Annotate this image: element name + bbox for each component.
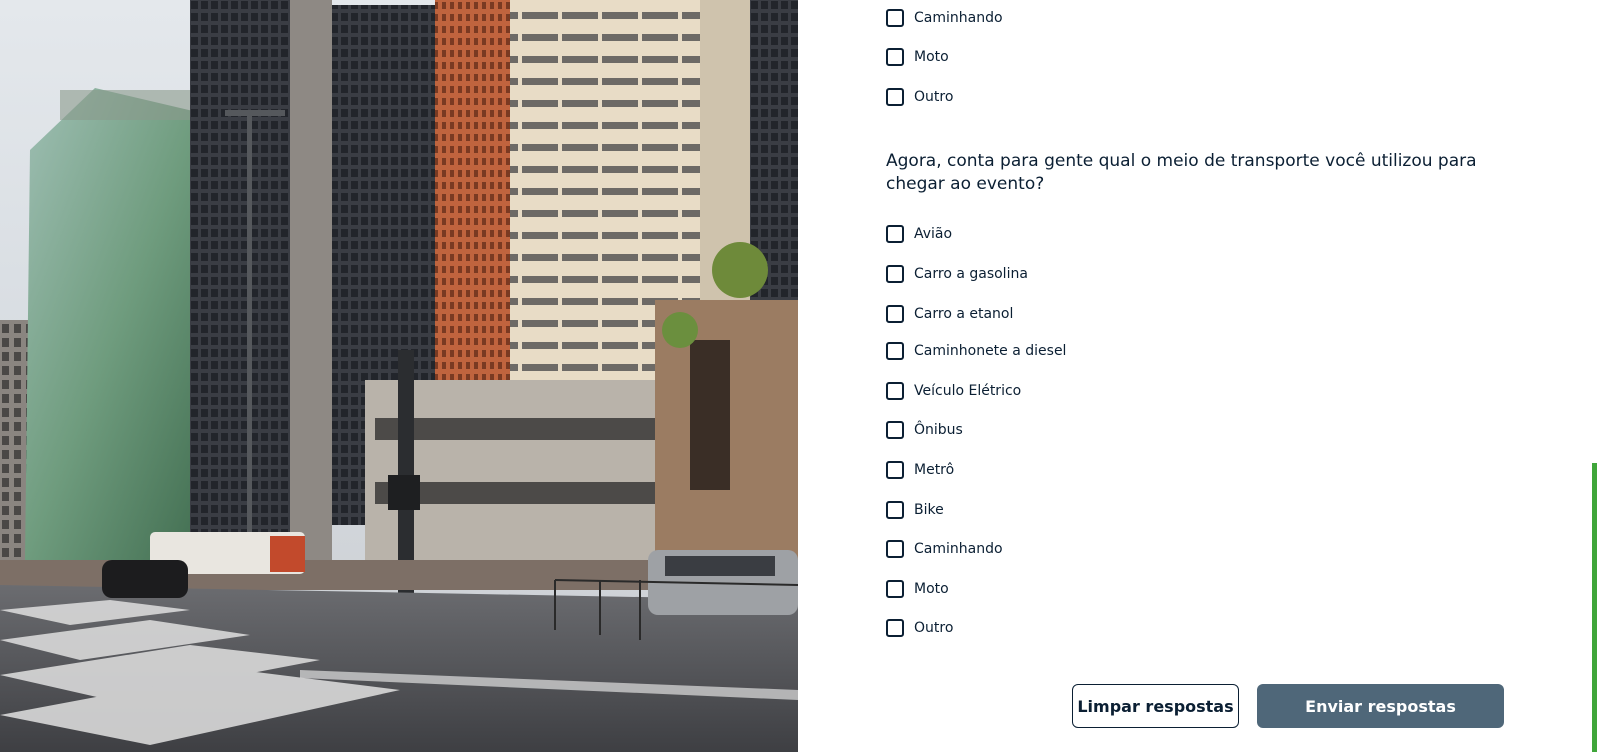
option-label: Bike xyxy=(914,502,944,518)
checkbox[interactable] xyxy=(886,265,904,283)
option-label: Caminhonete a diesel xyxy=(914,343,1067,359)
option-label: Carro a gasolina xyxy=(914,266,1028,282)
checkbox[interactable] xyxy=(886,305,904,323)
checkbox[interactable] xyxy=(886,48,904,66)
scrollbar[interactable] xyxy=(1581,0,1597,752)
checkbox[interactable] xyxy=(886,540,904,558)
checkbox[interactable] xyxy=(886,580,904,598)
scrollbar-thumb[interactable] xyxy=(1592,463,1597,752)
clear-answers-button[interactable]: Limpar respostas xyxy=(1072,684,1239,728)
prev-option-outro[interactable]: Outro xyxy=(886,85,953,109)
option-caminhando[interactable]: Caminhando xyxy=(886,537,1003,561)
option-carro-etanol[interactable]: Carro a etanol xyxy=(886,302,1013,326)
option-label: Avião xyxy=(914,226,953,242)
submit-answers-button[interactable]: Enviar respostas xyxy=(1257,684,1504,728)
option-bike[interactable]: Bike xyxy=(886,498,944,522)
checkbox[interactable] xyxy=(886,88,904,106)
option-moto[interactable]: Moto xyxy=(886,577,949,601)
option-onibus[interactable]: Ônibus xyxy=(886,418,963,442)
checkbox[interactable] xyxy=(886,382,904,400)
option-aviao[interactable]: Avião xyxy=(886,222,952,246)
option-label: Caminhando xyxy=(914,10,1003,26)
option-label: Ônibus xyxy=(914,422,963,438)
checkbox[interactable] xyxy=(886,9,904,27)
city-photo xyxy=(0,0,798,752)
option-label: Moto xyxy=(914,49,949,65)
checkbox[interactable] xyxy=(886,342,904,360)
checkbox[interactable] xyxy=(886,461,904,479)
checkbox[interactable] xyxy=(886,225,904,243)
option-carro-gasolina[interactable]: Carro a gasolina xyxy=(886,262,1028,286)
checkbox[interactable] xyxy=(886,619,904,637)
option-label: Carro a etanol xyxy=(914,306,1014,322)
survey-form: Caminhando Moto Outro Agora, conta para … xyxy=(798,0,1581,752)
option-label: Metrô xyxy=(914,462,955,478)
prev-option-caminhando[interactable]: Caminhando xyxy=(886,6,1003,30)
option-outro[interactable]: Outro xyxy=(886,616,953,640)
option-label: Caminhando xyxy=(914,541,1003,557)
page: Caminhando Moto Outro Agora, conta para … xyxy=(0,0,1597,752)
option-metro[interactable]: Metrô xyxy=(886,458,954,482)
option-caminhonete-diesel[interactable]: Caminhonete a diesel xyxy=(886,339,1066,363)
option-label: Outro xyxy=(914,620,954,636)
prev-option-moto[interactable]: Moto xyxy=(886,45,949,69)
option-label: Moto xyxy=(914,581,949,597)
option-label: Veículo Elétrico xyxy=(914,383,1022,399)
checkbox[interactable] xyxy=(886,421,904,439)
question-transport: Agora, conta para gente qual o meio de t… xyxy=(886,151,1477,194)
option-veiculo-eletrico[interactable]: Veículo Elétrico xyxy=(886,379,1021,403)
checkbox[interactable] xyxy=(886,501,904,519)
option-label: Outro xyxy=(914,89,954,105)
